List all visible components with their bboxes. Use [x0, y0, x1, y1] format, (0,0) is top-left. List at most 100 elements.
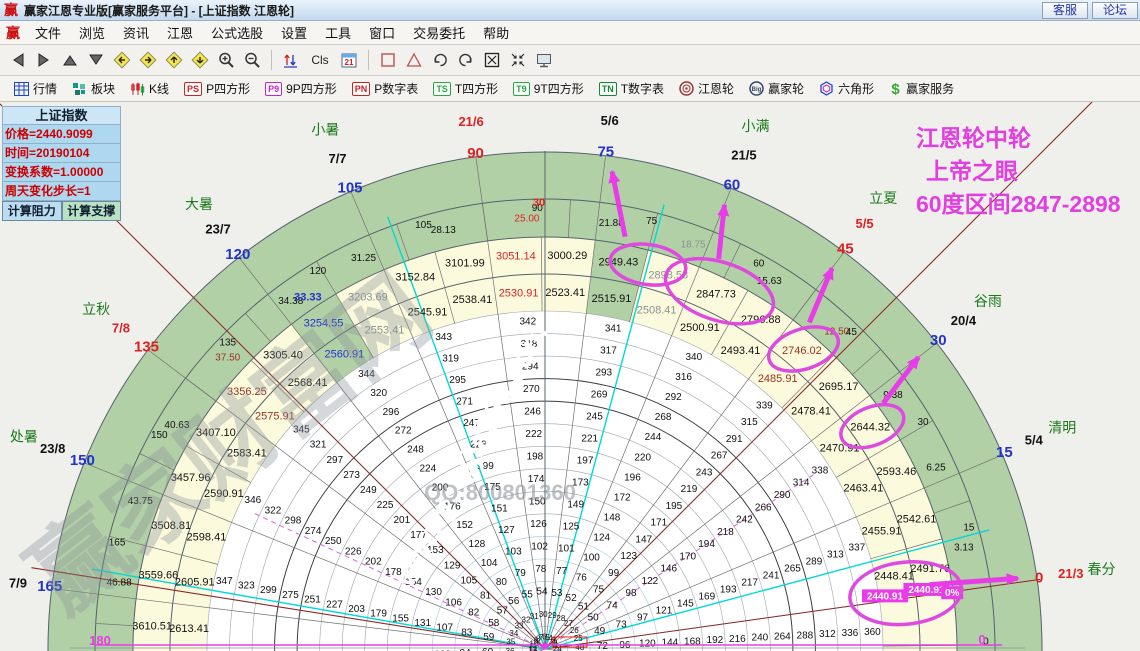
- svg-text:148: 148: [604, 512, 621, 523]
- tab-label: 六角形: [838, 82, 875, 96]
- svg-text:221: 221: [581, 434, 598, 445]
- svg-text:98: 98: [625, 588, 637, 599]
- svg-text:15: 15: [963, 522, 975, 533]
- diamond-left-icon[interactable]: [110, 48, 134, 72]
- expand-icon[interactable]: [480, 48, 504, 72]
- tab-板块[interactable]: 板块: [66, 78, 121, 99]
- zoom-in-icon[interactable]: [214, 48, 238, 72]
- rotate-ccw-icon[interactable]: [428, 48, 452, 72]
- svg-text:31.25: 31.25: [351, 253, 376, 264]
- svg-text:3051.14: 3051.14: [496, 251, 536, 263]
- svg-text:198: 198: [527, 452, 544, 463]
- menu-item-5[interactable]: 设置: [272, 21, 316, 44]
- svg-text:225: 225: [377, 500, 394, 511]
- svg-text:59: 59: [483, 632, 495, 643]
- tab-行情[interactable]: 行情: [8, 78, 63, 99]
- menu-item-7[interactable]: 窗口: [360, 21, 404, 44]
- svg-text:275: 275: [282, 590, 299, 601]
- tab-P数字表[interactable]: PN P数字表: [346, 78, 425, 99]
- calc-support-button[interactable]: 计算支撑: [61, 201, 121, 221]
- svg-text:217: 217: [741, 578, 758, 589]
- TN-badge-icon: TN: [598, 81, 617, 96]
- svg-text:129: 129: [444, 560, 461, 571]
- cls-button[interactable]: Cls: [305, 48, 335, 72]
- PN-badge-icon: PN: [351, 81, 371, 96]
- menu-item-9[interactable]: 帮助: [474, 21, 518, 44]
- menu-item-1[interactable]: 浏览: [70, 21, 114, 44]
- tab-赢家轮[interactable]: Big 赢家轮: [743, 78, 810, 99]
- svg-text:2508.41: 2508.41: [637, 304, 677, 316]
- svg-text:82: 82: [468, 608, 480, 619]
- diamond-right-icon[interactable]: [136, 48, 160, 72]
- customer-service-button[interactable]: 客服: [1041, 2, 1088, 19]
- menu-item-3[interactable]: 江恩: [158, 21, 202, 44]
- tab-赢家服务[interactable]: $ 赢家服务: [883, 78, 960, 99]
- tab-label: 行情: [33, 82, 58, 96]
- svg-text:2448.41: 2448.41: [874, 570, 914, 582]
- nav-up-icon[interactable]: [58, 48, 82, 72]
- diamond-up-icon[interactable]: [162, 48, 186, 72]
- nav-right-icon[interactable]: [32, 48, 56, 72]
- svg-text:146: 146: [660, 564, 677, 575]
- svg-text:197: 197: [577, 456, 594, 467]
- svg-text:193: 193: [720, 584, 737, 595]
- svg-text:171: 171: [650, 518, 667, 529]
- svg-text:297: 297: [326, 455, 343, 466]
- menu-item-2[interactable]: 资讯: [114, 21, 158, 44]
- rotate-cw-icon[interactable]: [454, 48, 478, 72]
- tab-K线[interactable]: K线: [124, 78, 175, 99]
- svg-text:2493.41: 2493.41: [721, 345, 761, 357]
- tab-label: 赢家服务: [906, 82, 955, 96]
- svg-text:296: 296: [383, 407, 400, 418]
- svg-text:3101.99: 3101.99: [445, 258, 485, 270]
- tab-label: P四方形: [206, 82, 251, 96]
- panel-row-1: 时间=20190104: [2, 144, 121, 163]
- menu-item-8[interactable]: 交易委托: [404, 21, 474, 44]
- menu-item-6[interactable]: 工具: [316, 21, 360, 44]
- wheel2-icon: Big: [749, 81, 764, 96]
- svg-text:45: 45: [846, 327, 858, 338]
- svg-text:33.33: 33.33: [294, 291, 322, 303]
- zoom-out-icon[interactable]: [240, 48, 264, 72]
- svg-text:27: 27: [564, 619, 573, 628]
- svg-text:227: 227: [326, 599, 343, 610]
- triangle-icon[interactable]: [402, 48, 426, 72]
- svg-text:21/6: 21/6: [458, 114, 483, 129]
- svg-text:2485.91: 2485.91: [758, 373, 798, 385]
- tab-label: K线: [149, 82, 170, 96]
- svg-text:31: 31: [530, 612, 539, 621]
- forum-button[interactable]: 论坛: [1091, 2, 1138, 19]
- wheel-annotation-text: 江恩轮中轮 上帝之眼 60度区间2847-2898: [916, 122, 1121, 221]
- svg-text:172: 172: [614, 492, 631, 503]
- menu-item-4[interactable]: 公式选股: [202, 21, 272, 44]
- screen-icon[interactable]: [532, 48, 556, 72]
- diamond-down-icon[interactable]: [188, 48, 212, 72]
- nav-left-icon[interactable]: [6, 48, 30, 72]
- svg-text:179: 179: [370, 609, 387, 620]
- svg-text:135: 135: [134, 339, 159, 356]
- svg-text:2746.02: 2746.02: [782, 345, 822, 357]
- calendar-icon[interactable]: 21: [337, 48, 361, 72]
- tab-9P四方形[interactable]: P9 9P四方形: [259, 78, 343, 99]
- svg-text:101: 101: [558, 544, 575, 555]
- svg-text:340: 340: [686, 352, 703, 363]
- calc-resistance-button[interactable]: 计算阻力: [2, 201, 62, 221]
- collapse-icon[interactable]: [506, 48, 530, 72]
- tab-P四方形[interactable]: PS P四方形: [178, 78, 256, 99]
- tab-六角形[interactable]: 六角形: [813, 78, 880, 99]
- svg-text:104: 104: [481, 558, 498, 569]
- tab-T四方形[interactable]: TS T四方形: [427, 78, 504, 99]
- nav-down-icon[interactable]: [84, 48, 108, 72]
- svg-text:5/4: 5/4: [1025, 433, 1044, 448]
- tab-9T四方形[interactable]: T9 9T四方形: [507, 78, 590, 99]
- menu-item-0[interactable]: 文件: [26, 21, 70, 44]
- tab-T数字表[interactable]: TN T数字表: [593, 78, 670, 99]
- tab-江恩轮[interactable]: 江恩轮: [673, 78, 740, 99]
- svg-text:76: 76: [576, 573, 588, 584]
- svg-text:319: 319: [442, 354, 459, 365]
- range-icon[interactable]: [279, 48, 303, 72]
- square-icon[interactable]: [376, 48, 400, 72]
- svg-text:135: 135: [219, 338, 236, 349]
- index-info-panel: 上证指数 价格=2440.9099 时间=20190104 变换系数=1.00000…: [2, 106, 121, 221]
- gann-wheel-chart[interactable]: 2412345678910111213482526272829303132333…: [0, 102, 1140, 651]
